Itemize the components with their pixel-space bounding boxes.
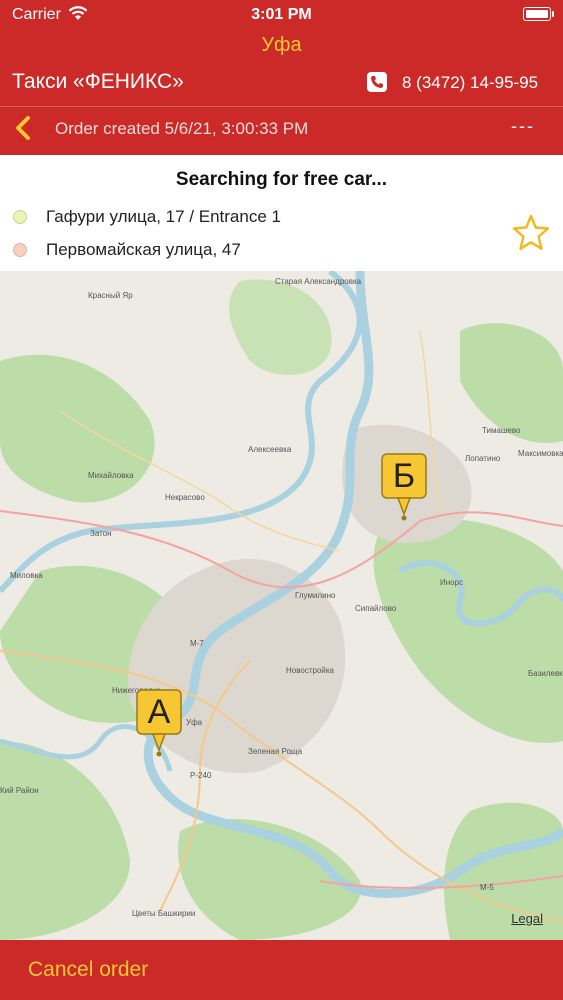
- destination-dot-icon: [13, 243, 27, 257]
- map-label: Инорс: [440, 578, 464, 587]
- route-map[interactable]: Старая Александровка Красный Яр Алексеев…: [0, 271, 563, 940]
- map-label: М-5: [480, 883, 494, 892]
- origin-dot-icon: [13, 210, 27, 224]
- map-label: Максимовка: [518, 449, 563, 458]
- map-label: Глумилино: [295, 591, 336, 600]
- order-info-panel: Searching for free car... Гафури улица, …: [0, 155, 563, 271]
- origin-address[interactable]: Гафури улица, 17 / Entrance 1: [46, 207, 281, 227]
- map-legal-link[interactable]: Legal: [511, 911, 543, 926]
- map-label: Затон: [90, 529, 112, 538]
- marker-a-label: А: [147, 693, 171, 731]
- map-label: Базилевка: [528, 669, 563, 678]
- battery-icon: [523, 7, 554, 21]
- phone-number-link[interactable]: 8 (3472) 14-95-95: [402, 73, 538, 93]
- map-label: Сипайлово: [355, 604, 397, 613]
- header-divider: [0, 106, 563, 107]
- phone-icon[interactable]: [367, 72, 387, 92]
- order-menu-button[interactable]: ---: [511, 116, 535, 137]
- map-label: Новостройка: [286, 666, 334, 675]
- footer-bar: Cancel order: [0, 940, 563, 1000]
- destination-address[interactable]: Первомайская улица, 47: [46, 240, 241, 260]
- map-label: М-7: [190, 639, 204, 648]
- map-label: Зеленая Роща: [248, 747, 303, 756]
- map-label: Уфа: [186, 718, 203, 727]
- chevron-left-icon[interactable]: [12, 115, 36, 141]
- map-label: Некрасово: [165, 493, 205, 502]
- map-label: Красный Яр: [88, 291, 133, 300]
- map-label: Михайловка: [88, 471, 134, 480]
- map-label: Тимашево: [482, 426, 521, 435]
- marker-a[interactable]: А: [135, 688, 183, 758]
- order-status-text: Order created 5/6/21, 3:00:33 PM: [55, 119, 309, 138]
- status-bar: Carrier 3:01 PM: [0, 0, 563, 30]
- map-label: Р-240: [190, 771, 212, 780]
- app-header: Carrier 3:01 PM Уфа Такси «ФЕНИКС» 8 (34…: [0, 0, 563, 155]
- map-label: Старая Александровка: [275, 277, 362, 286]
- city-title[interactable]: Уфа: [0, 34, 563, 57]
- marker-b[interactable]: Б: [380, 452, 428, 522]
- star-icon[interactable]: [511, 213, 551, 253]
- map-tiles: [0, 271, 563, 940]
- clock: 3:01 PM: [251, 6, 312, 23]
- company-name: Такси «ФЕНИКС»: [12, 70, 184, 93]
- map-label: Лопатино: [465, 454, 501, 463]
- map-label: Кий Район: [0, 786, 39, 795]
- search-status: Searching for free car...: [175, 169, 388, 190]
- cancel-order-button[interactable]: Cancel order: [28, 958, 148, 982]
- map-label: Алексеевка: [248, 445, 292, 454]
- map-label: Миловка: [10, 571, 43, 580]
- marker-b-label: Б: [392, 457, 416, 495]
- map-label: Цветы Башкирии: [132, 909, 196, 918]
